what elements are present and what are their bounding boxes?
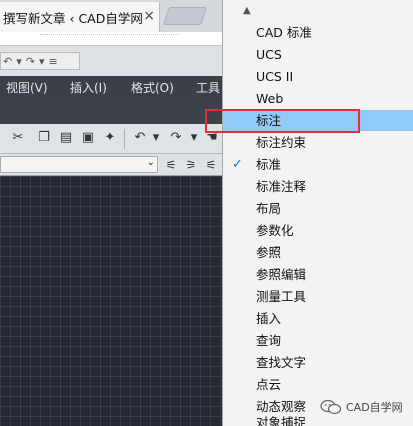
menu-item-cad-standards[interactable]: CAD 标准 [223, 22, 413, 43]
browser-tab-title: 撰写新文章 ‹ CAD自学网 [3, 10, 143, 26]
quick-access-toolbar: ↶ ▾ ↷ ▾ ≡ [0, 46, 222, 76]
menu-insert[interactable]: 插入(I) [70, 79, 107, 96]
menu-item-label: 参照编辑 [256, 267, 307, 282]
cut-icon[interactable]: ✂ [10, 130, 26, 146]
checkmark-icon: ✓ [232, 157, 243, 172]
chevron-down-icon[interactable]: ⌄ [147, 157, 155, 168]
watermark-text: CAD自学网 [346, 401, 403, 414]
toolbars-dropdown-menu: ▲ CAD 标准 UCS UCS II Web 标注 标注约束 ✓ 标准 标准注释… [222, 0, 413, 426]
menu-item-label: 对象捕捉 [256, 416, 307, 426]
text-style-icon[interactable]: ⚟ [164, 158, 178, 172]
undo-redo-group: ↶ ▾ ↷ ▾ ≡ [0, 52, 80, 70]
menu-item-label: UCS II [256, 69, 294, 84]
wechat-logo-icon [320, 399, 342, 415]
menu-item-label: UCS [256, 47, 282, 62]
redo-icon[interactable]: ↷ [26, 55, 35, 68]
drawing-canvas[interactable] [0, 176, 222, 426]
menu-item-label: 动态观察 [256, 399, 307, 414]
menu-item-insert[interactable]: 插入 [223, 308, 413, 329]
menu-item-label: 插入 [256, 311, 282, 326]
menu-item-point-cloud[interactable]: 点云 [223, 374, 413, 395]
style-toolbar: ⌄ ⚟ ⚞ ⚟ [0, 154, 222, 176]
redo-icon[interactable]: ↷ [168, 130, 184, 146]
menu-item-ucs-ii[interactable]: UCS II [223, 66, 413, 87]
menu-item-measure-tools[interactable]: 测量工具 [223, 286, 413, 307]
dropdown-arrow-icon[interactable]: ▾ [16, 55, 22, 68]
menu-item-label: 查询 [256, 333, 282, 348]
menu-item-object-snap[interactable]: 对象捕捉 [223, 416, 413, 426]
paste-icon[interactable]: ▤ [58, 130, 74, 146]
menu-item-label: 查找文字 [256, 355, 307, 370]
dropdown-arrow-icon[interactable]: ▾ [39, 55, 45, 68]
menu-item-label: 参数化 [256, 223, 294, 238]
menu-item-label: 标准注释 [256, 179, 307, 194]
menu-view[interactable]: 视图(V) [6, 79, 48, 96]
standard-toolbar: ✂ ❐ ▤ ▣ ✦ ↶ ▾ ↷ ▾ ☚ [0, 124, 222, 154]
browser-tab[interactable]: 撰写新文章 ‹ CAD自学网 × [0, 2, 160, 32]
match-properties-icon[interactable]: ▣ [80, 130, 96, 146]
menu-item-standard[interactable]: ✓ 标准 [223, 154, 413, 175]
menu-item-label: 标注约束 [256, 135, 307, 150]
menu-item-find-text[interactable]: 查找文字 [223, 352, 413, 373]
menu-format[interactable]: 格式(O) [131, 79, 174, 96]
menu-item-dimension-constraints[interactable]: 标注约束 [223, 132, 413, 153]
menu-item-reference[interactable]: 参照 [223, 242, 413, 263]
text-style-combo[interactable]: ⌄ [0, 156, 158, 173]
block-editor-icon[interactable]: ✦ [102, 130, 118, 146]
customize-icon[interactable]: ≡ [49, 55, 58, 68]
dimension-style-icon[interactable]: ⚞ [184, 158, 198, 172]
undo-icon[interactable]: ↶ [3, 55, 12, 68]
menu-item-label: 参照 [256, 245, 282, 260]
watermark: CAD自学网 [320, 399, 403, 415]
menu-item-layout[interactable]: 布局 [223, 198, 413, 219]
menu-item-standard-annotation[interactable]: 标准注释 [223, 176, 413, 197]
new-tab-button[interactable] [163, 7, 207, 25]
menu-item-refedit[interactable]: 参照编辑 [223, 264, 413, 285]
copy-icon[interactable]: ❐ [36, 130, 52, 146]
undo-icon[interactable]: ↶ [132, 130, 148, 146]
address-bar[interactable] [0, 32, 222, 46]
menu-item-label: 标准 [256, 157, 282, 172]
menu-item-label: CAD 标准 [256, 25, 312, 40]
menu-item-parametric[interactable]: 参数化 [223, 220, 413, 241]
menu-item-label: Web [256, 91, 284, 106]
close-icon[interactable]: × [143, 8, 155, 24]
menu-item-inquiry[interactable]: 查询 [223, 330, 413, 351]
toolbar-separator [124, 129, 125, 149]
menu-item-label: 点云 [256, 377, 282, 392]
table-style-icon[interactable]: ⚟ [204, 158, 218, 172]
dropdown-arrow-icon[interactable]: ▾ [148, 130, 164, 146]
menu-item-label: 布局 [256, 201, 282, 216]
menu-tools[interactable]: 工具 [196, 79, 220, 96]
menubar: 视图(V) 插入(I) 格式(O) 工具 [0, 76, 222, 98]
browser-tab-strip: 撰写新文章 ‹ CAD自学网 × [0, 0, 222, 32]
menu-item-label: 测量工具 [256, 289, 307, 304]
menu-item-web[interactable]: Web [223, 88, 413, 109]
address-bar-text [40, 34, 180, 37]
ribbon-strip [0, 98, 222, 124]
scroll-up-icon[interactable]: ▲ [243, 5, 251, 16]
annotation-highlight-box [205, 109, 360, 133]
dropdown-arrow-icon[interactable]: ▾ [186, 130, 202, 146]
menu-item-ucs[interactable]: UCS [223, 44, 413, 65]
